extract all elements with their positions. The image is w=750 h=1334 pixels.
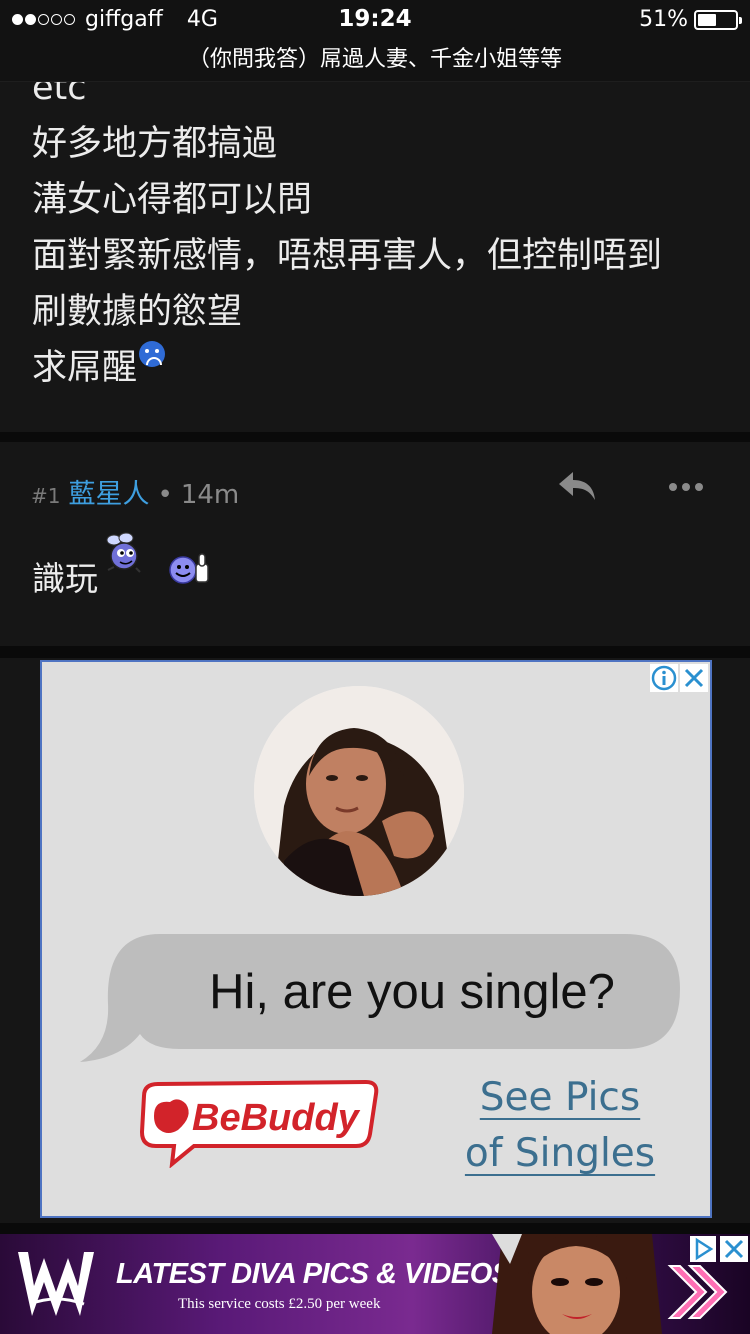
ad-close-icon[interactable]	[680, 664, 708, 692]
wwe-logo	[14, 1242, 98, 1326]
chevron-right-icon	[666, 1264, 730, 1320]
ad-profile-photo	[254, 686, 464, 896]
divider	[0, 432, 750, 442]
ad-cta-line[interactable]: See Pics	[460, 1070, 660, 1126]
bee-icon	[100, 532, 144, 580]
reply-text: 識玩	[32, 559, 98, 598]
post-line: 刷數據的慾望	[32, 292, 243, 332]
banner-subtitle: This service costs £2.50 per week	[178, 1296, 381, 1312]
post-line-last: 求屌醒	[32, 340, 662, 396]
ad-info-icon[interactable]	[650, 664, 678, 692]
post-body: etc 好多地方都搞過 溝女心得都可以問 面對緊新感情，唔想再害人，但控制唔到 …	[0, 82, 750, 432]
banner-close-icon[interactable]	[720, 1236, 748, 1262]
banner-photo	[492, 1234, 662, 1334]
dating-ad[interactable]: Hi, are you single? BeBuddy See Pics of …	[40, 660, 712, 1218]
bottom-banner-ad[interactable]: LATEST DIVA PICS & VIDEOS This service c…	[0, 1234, 750, 1334]
battery-percent: 51%	[639, 7, 688, 32]
ad-container: Hi, are you single? BeBuddy See Pics of …	[0, 658, 750, 1223]
battery-info: 51%	[639, 7, 742, 32]
battery-icon	[694, 9, 742, 30]
bebuddy-logo[interactable]: BeBuddy	[134, 1076, 379, 1169]
ad-headline: Hi, are you single?	[209, 964, 615, 1019]
status-bar: giffgaff 4G 19:24 51%	[0, 0, 750, 40]
post-line: 溝女心得都可以問	[32, 180, 313, 220]
post-content: etc 好多地方都搞過 溝女心得都可以問 面對緊新感情，唔想再害人，但控制唔到 …	[32, 82, 662, 396]
see-pics-link[interactable]: See Pics of Singles	[460, 1070, 660, 1182]
post-line-text: 求屌醒	[32, 348, 138, 388]
ad-brand: BeBuddy	[192, 1097, 361, 1139]
reply-content: 識玩	[32, 532, 212, 600]
reply-item: #1 藍星人 • 14m 識玩	[0, 442, 750, 646]
thread-title[interactable]: （你問我答）屌過人妻、千金小姐等等	[0, 40, 750, 82]
ad-cta-line[interactable]: of Singles	[460, 1126, 660, 1182]
post-line: 面對緊新感情，唔想再害人，但控制唔到	[32, 236, 663, 276]
thumbs-up-smiley-icon	[168, 552, 212, 586]
reply-number: #1	[31, 484, 61, 508]
reply-username[interactable]: 藍星人	[68, 472, 149, 511]
reply-header: #1 藍星人 • 14m	[31, 472, 239, 511]
post-line: 好多地方都搞過	[32, 124, 278, 164]
banner-title: LATEST DIVA PICS & VIDEOS	[116, 1258, 511, 1290]
clock: 19:24	[338, 6, 412, 32]
divider	[0, 646, 750, 658]
reply-arrow-icon[interactable]	[556, 470, 600, 504]
more-options-icon[interactable]	[660, 470, 712, 504]
sad-face-icon	[139, 341, 166, 367]
reply-separator: •	[157, 480, 173, 510]
reply-time: 14m	[180, 480, 240, 510]
adchoices-icon[interactable]	[690, 1236, 716, 1262]
post-line: etc	[32, 82, 87, 108]
